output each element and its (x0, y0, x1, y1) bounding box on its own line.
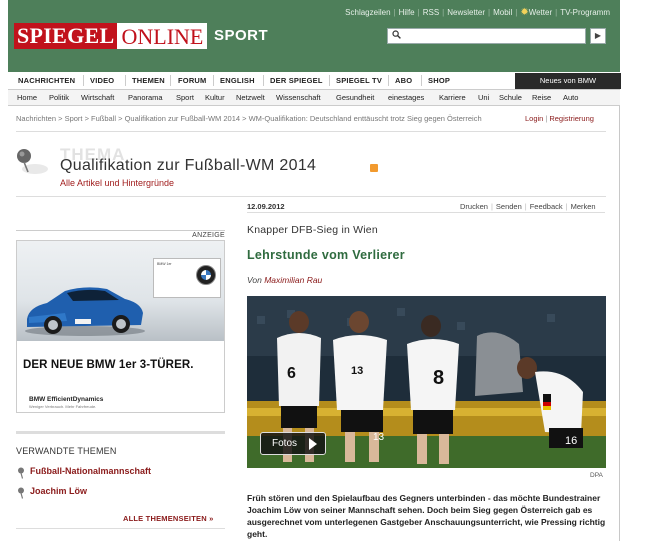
bmw-promo-button[interactable]: Neues von BMW (515, 73, 621, 89)
subnav-schule[interactable]: Schule (499, 93, 522, 102)
svg-text:16: 16 (565, 435, 577, 447)
article-lead: Früh stören und den Spielaufbau des Gegn… (247, 493, 606, 539)
svg-text:13: 13 (373, 432, 385, 443)
all-topics-link[interactable]: ALLE THEMENSEITEN » (123, 514, 213, 523)
sun-icon: ✹ (520, 7, 529, 18)
svg-text:13: 13 (351, 365, 363, 377)
article-tools: Drucken | Senden | Feedback | Merken (460, 202, 596, 211)
spiegel-online-logo[interactable]: SPIEGEL ONLINE (14, 23, 208, 49)
service-link-mobil[interactable]: Mobil (493, 8, 512, 17)
thema-subtitle[interactable]: Alle Artikel und Hintergründe (60, 178, 174, 188)
rss-icon[interactable] (370, 164, 378, 172)
related-topic-link[interactable]: Fußball-Nationalmannschaft (30, 466, 151, 476)
site-header: Schlagzeilen | Hilfe | RSS | Newsletter | Mobil |… (8, 0, 620, 72)
service-link-schlagzeilen[interactable]: Schlagzeilen (345, 8, 390, 17)
car-icon (25, 287, 145, 336)
logo-online: ONLINE (117, 23, 208, 49)
page-background (621, 0, 651, 541)
subnav-home[interactable]: Home (17, 93, 37, 102)
page-title: Qualifikation zur Fußball-WM 2014 (60, 157, 317, 174)
subnav-wissenschaft[interactable]: Wissenschaft (276, 93, 321, 102)
divider (16, 196, 606, 197)
account-links: Login | Registrierung (525, 114, 594, 123)
nav-spiegel-tv[interactable]: SPIEGEL TV (336, 76, 382, 85)
bookmark-link[interactable]: Merken (571, 202, 596, 211)
pin-icon (17, 486, 26, 504)
divider (16, 131, 606, 132)
ad-label: ANZEIGE (16, 230, 225, 239)
login-link[interactable]: Login (525, 114, 543, 123)
divider (16, 528, 225, 529)
article-byline: Von Maximilian Rau (247, 275, 323, 285)
bmw-logo-icon (196, 265, 216, 285)
ad-brand-line: BMW EfficientDynamics (29, 396, 104, 403)
nav-forum[interactable]: FORUM (178, 76, 207, 85)
register-link[interactable]: Registrierung (549, 114, 594, 123)
divider (247, 212, 605, 213)
service-link-newsletter[interactable]: Newsletter (447, 8, 485, 17)
svg-text:6: 6 (287, 365, 296, 382)
search-input[interactable] (387, 28, 586, 44)
main-navigation: NACHRICHTEN VIDEO THEMEN FORUM ENGLISH D… (8, 72, 621, 90)
service-link-wetter[interactable]: Wetter (529, 8, 552, 17)
sub-navigation: Home Politik Wirtschaft Panorama Sport K… (8, 90, 620, 106)
subnav-netzwelt[interactable]: Netzwelt (236, 93, 265, 102)
related-topics-title: VERWANDTE THEMEN (16, 446, 117, 456)
photo-credit: DPA (590, 472, 603, 479)
article-date: 12.09.2012 (247, 202, 285, 211)
service-link-hilfe[interactable]: Hilfe (399, 8, 415, 17)
ad-billboard: BMW 1er (153, 258, 221, 298)
nav-shop[interactable]: SHOP (428, 76, 450, 85)
article-photo[interactable]: 6 13 13 8 16 Fotos (247, 296, 606, 468)
bmw-advertisement[interactable]: BMW 1er DER NEUE BMW 1er 3-TÜRER. BMW Ef… (16, 240, 225, 413)
search-submit-button[interactable]: ▶ (590, 28, 606, 44)
service-link-tv-programm[interactable]: TV-Programm (560, 8, 610, 17)
svg-text:8: 8 (433, 367, 444, 389)
pin-icon (17, 466, 26, 484)
section-title[interactable]: SPORT (214, 27, 268, 44)
breadcrumb[interactable]: Nachrichten > Sport > Fußball > Qualifik… (16, 114, 516, 123)
related-topic-link[interactable]: Joachim Löw (30, 486, 87, 496)
ad-small-print: Weniger Verbrauch. Mehr Fahrfreude. (29, 404, 97, 409)
divider (16, 431, 225, 434)
subnav-gesundheit[interactable]: Gesundheit (336, 93, 374, 102)
pin-icon (16, 148, 50, 181)
nav-der-spiegel[interactable]: DER SPIEGEL (270, 76, 323, 85)
page: Schlagzeilen | Hilfe | RSS | Newsletter | Mobil |… (0, 0, 621, 541)
article-headline: Lehrstunde vom Verlierer (247, 248, 405, 262)
search-icon (392, 30, 401, 42)
nav-abo[interactable]: ABO (395, 76, 412, 85)
photo-gallery-button[interactable]: Fotos (260, 432, 326, 455)
subnav-politik[interactable]: Politik (49, 93, 69, 102)
send-link[interactable]: Senden (496, 202, 522, 211)
nav-english[interactable]: ENGLISH (220, 76, 255, 85)
ad-headline: DER NEUE BMW 1er 3-TÜRER. (23, 359, 194, 371)
subnav-karriere[interactable]: Karriere (439, 93, 466, 102)
subnav-sport[interactable]: Sport (176, 93, 194, 102)
ad-photo: BMW 1er (17, 241, 224, 341)
print-link[interactable]: Drucken (460, 202, 488, 211)
author-link[interactable]: Maximilian Rau (264, 275, 322, 285)
subnav-auto[interactable]: Auto (563, 93, 578, 102)
feedback-link[interactable]: Feedback (530, 202, 563, 211)
subnav-panorama[interactable]: Panorama (128, 93, 163, 102)
article-kicker: Knapper DFB-Sieg in Wien (247, 224, 378, 236)
logo-spiegel: SPIEGEL (14, 23, 118, 49)
service-links: Schlagzeilen | Hilfe | RSS | Newsletter | Mobil |… (345, 7, 610, 18)
play-icon (309, 438, 317, 450)
subnav-kultur[interactable]: Kultur (205, 93, 225, 102)
service-link-rss[interactable]: RSS (423, 8, 439, 17)
nav-themen[interactable]: THEMEN (132, 76, 165, 85)
nav-nachrichten[interactable]: NACHRICHTEN (18, 76, 75, 85)
subnav-einestages[interactable]: einestages (388, 93, 424, 102)
subnav-wirtschaft[interactable]: Wirtschaft (81, 93, 114, 102)
nav-video[interactable]: VIDEO (90, 76, 114, 85)
subnav-uni[interactable]: Uni (478, 93, 489, 102)
subnav-reise[interactable]: Reise (532, 93, 551, 102)
